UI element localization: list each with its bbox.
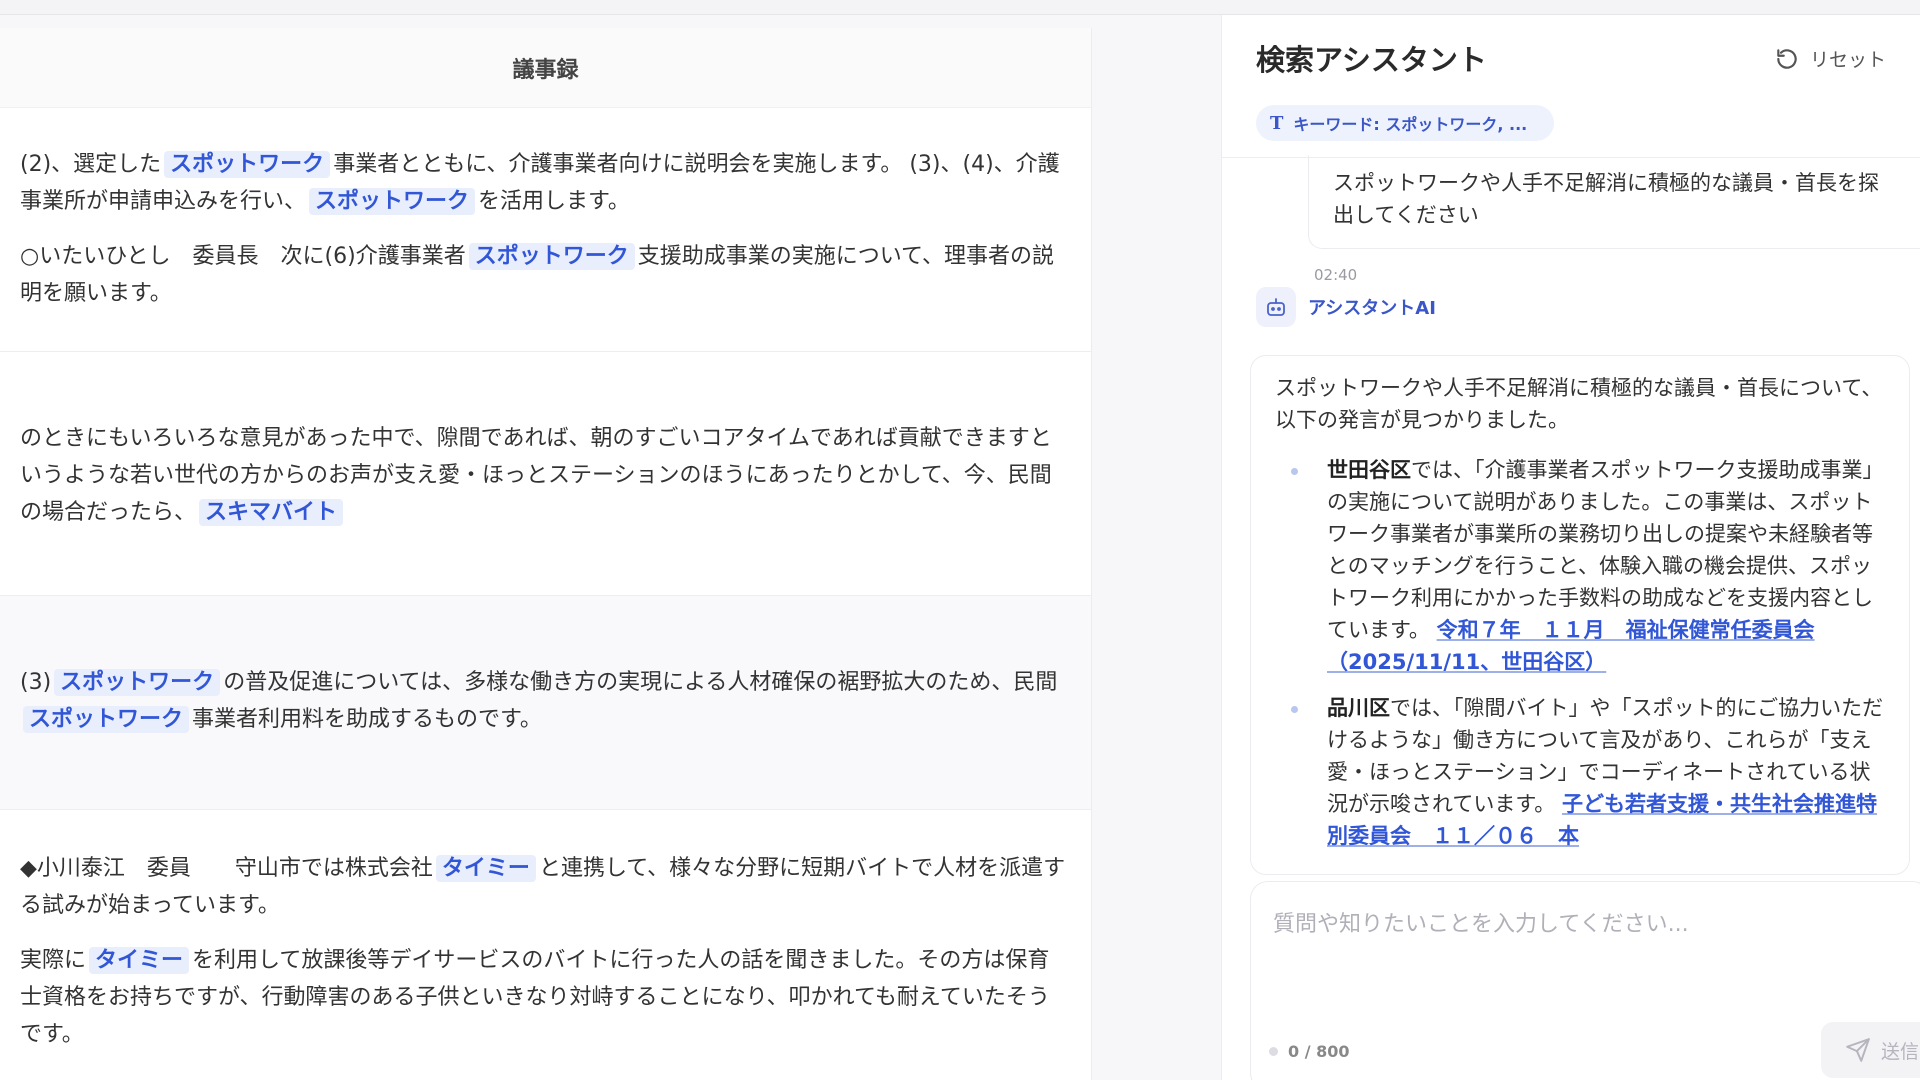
- header-divider: [1222, 157, 1920, 158]
- item-body: では、「介護事業者スポットワーク支援助成事業」の実施について説明がありました。こ…: [1327, 458, 1884, 642]
- refresh-icon: [1777, 48, 1797, 69]
- minutes-text: の普及促進については、多様な働き方の実現による人材確保の裾野拡大のため、民間: [223, 670, 1058, 695]
- keyword-chip-label: キーワード: スポットワーク, ...: [1293, 115, 1528, 134]
- ai-sender-row: アシスタントAI: [1256, 287, 1436, 327]
- minutes-header: 議事録: [0, 28, 1091, 108]
- reset-label: リセット: [1810, 49, 1887, 71]
- minutes-text: 実際に: [20, 948, 87, 973]
- minutes-text: ◆小川泰江 委員 守山市では株式会社: [20, 856, 433, 881]
- paper-plane-icon: [1846, 1038, 1870, 1062]
- minutes-text: (3): [20, 670, 52, 695]
- minutes-paragraph: (3) スポットワーク の普及促進については、多様な働き方の実現による人材確保の裾野…: [20, 664, 1071, 738]
- minutes-text: ○いたいひとし 委員長 次に(6)介護事業者: [20, 244, 466, 269]
- user-message-bubble: スポットワークや人手不足解消に積極的な議員・首長を探 出してください: [1308, 155, 1920, 249]
- minutes-text: (2)、選定した: [20, 152, 162, 177]
- ai-response-list: 世田谷区では、「介護事業者スポットワーク支援助成事業」の実施について説明がありま…: [1275, 454, 1885, 852]
- reset-button[interactable]: リセット: [1774, 45, 1886, 72]
- item-place: 世田谷区: [1327, 458, 1411, 482]
- bullet-icon: [1291, 468, 1298, 475]
- ai-response-item: 品川区では、「隙間バイト」や「スポット的にご協力いただけるような」働き方について…: [1275, 692, 1885, 852]
- minutes-excerpt-3[interactable]: (3) スポットワーク の普及促進については、多様な働き方の実現による人材確保の裾野…: [0, 596, 1091, 810]
- message-timestamp: 02:40: [1314, 266, 1358, 284]
- item-place: 品川区: [1327, 696, 1390, 720]
- keyword-highlight[interactable]: タイミー: [89, 947, 190, 974]
- user-message-line-1: スポットワークや人手不足解消に積極的な議員・首長を探: [1333, 171, 1879, 195]
- question-input-box[interactable]: 0 / 800 送信: [1250, 881, 1920, 1080]
- minutes-excerpt-1[interactable]: (2)、選定した スポットワーク 事業者とともに、介護事業者向けに説明会を実施します…: [0, 108, 1091, 352]
- minutes-paragraph: のときにもいろいろな意見があった中で、隙間であれば、朝のすごいコアタイムであれば…: [20, 420, 1071, 531]
- status-dot-icon: [1269, 1047, 1278, 1056]
- ai-response-intro: スポットワークや人手不足解消に積極的な議員・首長について、以下の発言が見つかりま…: [1275, 376, 1883, 432]
- assistant-title: 検索アシスタント: [1256, 43, 1487, 77]
- robot-icon: [1256, 287, 1296, 327]
- minutes-title: 議事録: [512, 57, 579, 83]
- keyword-highlight[interactable]: スポットワーク: [54, 669, 221, 696]
- keyword-highlight[interactable]: スポットワーク: [164, 151, 331, 178]
- question-input[interactable]: [1273, 904, 1893, 944]
- ai-response-item: 世田谷区では、「介護事業者スポットワーク支援助成事業」の実施について説明がありま…: [1275, 454, 1885, 678]
- minutes-paragraph: ◆小川泰江 委員 守山市では株式会社 タイミー と連携して、様々な分野に短期バイトで…: [20, 850, 1071, 924]
- send-button[interactable]: 送信: [1821, 1022, 1920, 1078]
- minutes-panel: 議事録 (2)、選定した スポットワーク 事業者とともに、介護事業者向けに説明会を実…: [0, 28, 1092, 1080]
- keyword-highlight[interactable]: タイミー: [435, 855, 536, 882]
- text-t-icon: T: [1270, 112, 1284, 134]
- char-counter-text: 0 / 800: [1288, 1042, 1350, 1061]
- minutes-excerpt-2[interactable]: のときにもいろいろな意見があった中で、隙間であれば、朝のすごいコアタイムであれば…: [0, 352, 1091, 596]
- minutes-paragraph: (2)、選定した スポットワーク 事業者とともに、介護事業者向けに説明会を実施します…: [20, 146, 1071, 220]
- send-label: 送信: [1881, 1040, 1920, 1063]
- minutes-paragraph: 実際に タイミー を利用して放課後等デイサービスのバイトに行った人の話を聞きました。…: [20, 942, 1071, 1053]
- keyword-highlight[interactable]: スポットワーク: [468, 243, 635, 270]
- minutes-paragraph: ○いたいひとし 委員長 次に(6)介護事業者 スポットワーク 支援助成事業の実施につ…: [20, 238, 1071, 312]
- ai-sender-name: アシスタントAI: [1308, 298, 1436, 319]
- keyword-highlight[interactable]: スポットワーク: [23, 706, 190, 733]
- minutes-text: 事業者利用料を助成するものです。: [192, 707, 542, 732]
- keyword-highlight[interactable]: スキマバイト: [199, 499, 344, 526]
- top-bar: [0, 0, 1920, 15]
- keyword-chip[interactable]: T キーワード: スポットワーク, ...: [1256, 105, 1554, 141]
- user-message-line-2: 出してください: [1333, 203, 1479, 227]
- minutes-text: を活用します。: [478, 189, 630, 214]
- search-assistant-panel: 検索アシスタント リセット T キーワード: スポットワーク, ... スポット…: [1221, 15, 1920, 1080]
- keyword-highlight[interactable]: スポットワーク: [309, 188, 476, 215]
- ai-response-bubble: スポットワークや人手不足解消に積極的な議員・首長について、以下の発言が見つかりま…: [1250, 355, 1910, 875]
- minutes-text: のときにもいろいろな意見があった中で、隙間であれば、朝のすごいコアタイムであれば…: [20, 426, 1052, 525]
- panel-gap: [1093, 28, 1221, 1080]
- bullet-icon: [1291, 706, 1298, 713]
- minutes-excerpt-4[interactable]: ◆小川泰江 委員 守山市では株式会社 タイミー と連携して、様々な分野に短期バイトで…: [0, 810, 1091, 1080]
- char-counter: 0 / 800: [1269, 1042, 1350, 1061]
